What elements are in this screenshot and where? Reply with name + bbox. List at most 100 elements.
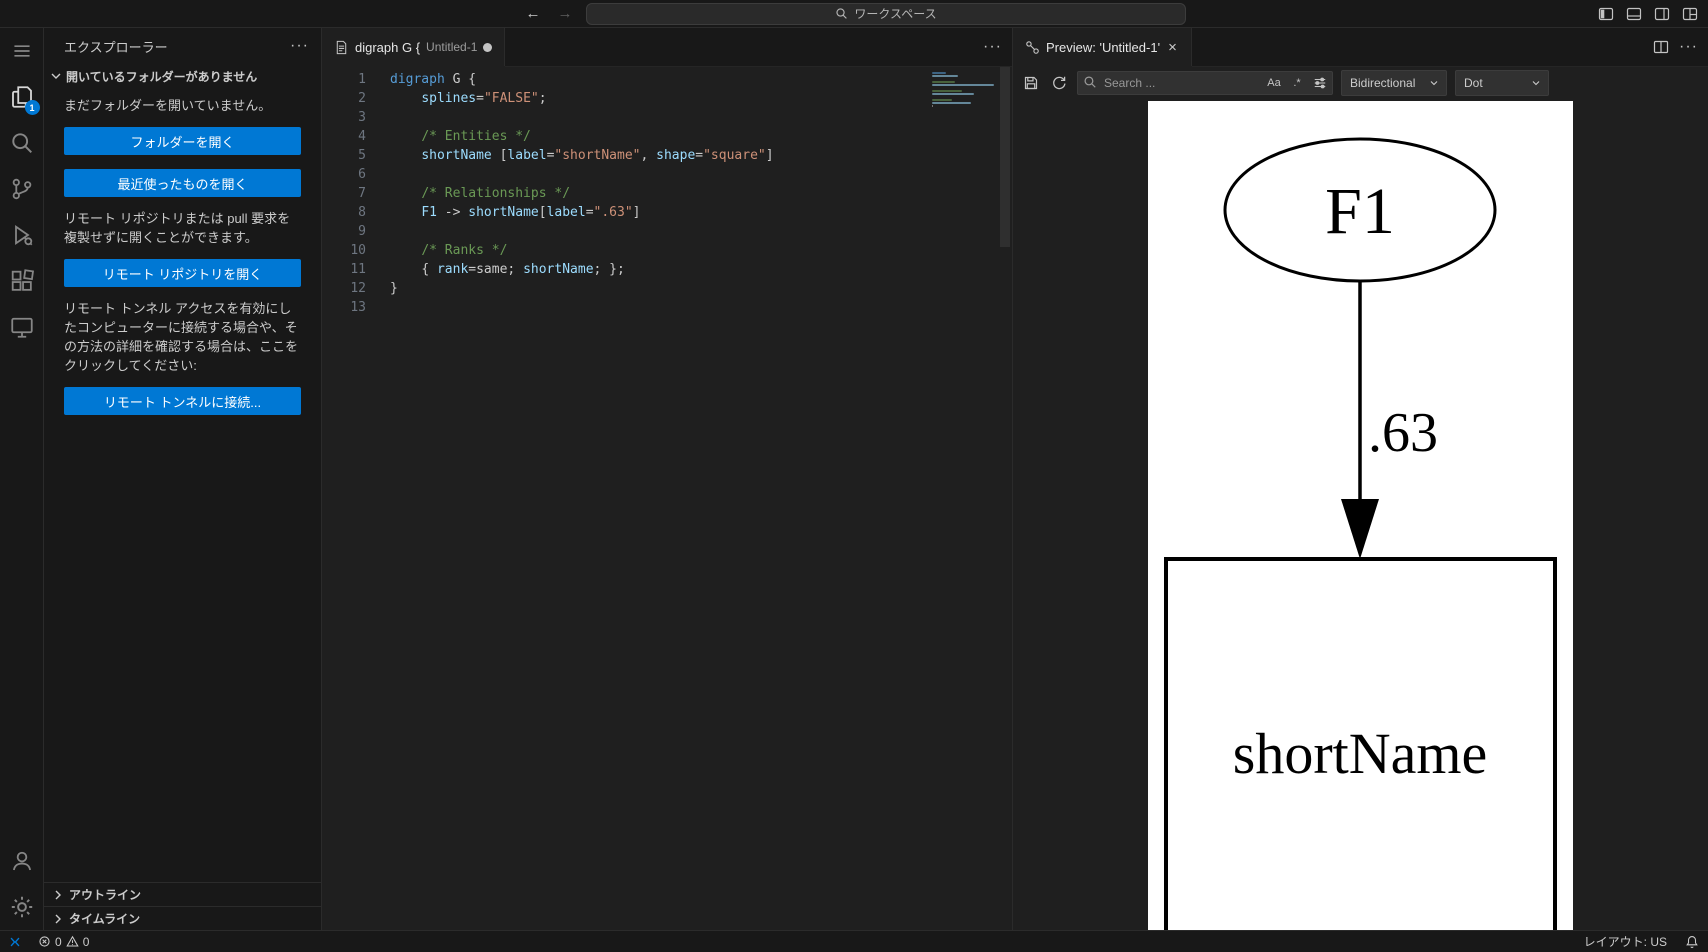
- line-number[interactable]: 9: [322, 222, 366, 241]
- code-line[interactable]: /* Entities */: [390, 127, 1012, 146]
- accounts-icon[interactable]: [0, 838, 44, 884]
- refresh-icon[interactable]: [1049, 73, 1069, 93]
- toggle-panel-icon[interactable]: [1626, 6, 1642, 22]
- preview-more-actions-icon[interactable]: ···: [1679, 38, 1698, 56]
- title-bar-center: ← → ワークスペース: [522, 2, 1186, 25]
- editor-group: digraph G { Untitled-1 ··· 1 2 3 4 5 6 7 8 9 10 11…: [322, 28, 1013, 930]
- code-line[interactable]: shortName [label="shortName", shape="squ…: [390, 146, 1012, 165]
- vscode-window: ← → ワークスペース 1 エクスプローラー ··· 開いているフォルダーがあり…: [0, 0, 1708, 952]
- code-line[interactable]: digraph G {: [390, 70, 1012, 89]
- match-case-button[interactable]: Aa: [1265, 74, 1283, 92]
- line-number[interactable]: 8: [322, 203, 366, 222]
- close-icon[interactable]: ×: [1166, 38, 1179, 57]
- toggle-primary-sidebar-icon[interactable]: [1598, 6, 1614, 22]
- status-bar: 0 0 レイアウト: US: [0, 930, 1708, 952]
- sidebar-item-search[interactable]: [0, 120, 44, 166]
- minimap[interactable]: [932, 72, 996, 110]
- direction-select-value: Bidirectional: [1350, 75, 1416, 90]
- line-number[interactable]: 5: [322, 146, 366, 165]
- line-number[interactable]: 1: [322, 70, 366, 89]
- code-line[interactable]: { rank=same; shortName; };: [390, 260, 1012, 279]
- save-icon[interactable]: [1021, 73, 1041, 93]
- open-recent-button[interactable]: 最近使ったものを開く: [64, 169, 301, 197]
- sidebar-item-run-debug[interactable]: [0, 212, 44, 258]
- minimap-line: [932, 105, 934, 107]
- run-debug-icon: [14, 225, 32, 246]
- graph-arrowhead: [1341, 499, 1379, 559]
- menu-icon[interactable]: [0, 28, 44, 74]
- gutter: 1 2 3 4 5 6 7 8 9 10 11 12 13: [322, 67, 390, 930]
- settings-gear-icon[interactable]: [0, 884, 44, 930]
- sidebar-item-explorer[interactable]: 1: [0, 74, 44, 120]
- split-editor-icon[interactable]: [1653, 39, 1669, 55]
- outline-section[interactable]: アウトライン: [44, 882, 321, 906]
- engine-select[interactable]: Dot: [1455, 69, 1549, 96]
- line-number[interactable]: 13: [322, 298, 366, 317]
- code-line[interactable]: F1 -> shortName[label=".63"]: [390, 203, 1012, 222]
- layout-indicator-label: レイアウト: US: [1583, 935, 1667, 949]
- graph-node-shortname-label: shortName: [1233, 721, 1488, 786]
- tunnel-text: リモート トンネル アクセスを有効にしたコンピューターに接続する場合や、その方法…: [64, 301, 299, 373]
- warning-count: 0: [82, 934, 90, 949]
- code-line[interactable]: [390, 298, 1012, 317]
- customize-layout-icon[interactable]: [1682, 6, 1698, 22]
- connect-tunnel-button[interactable]: リモート トンネルに接続...: [64, 387, 301, 415]
- chevron-down-icon: [1532, 80, 1540, 85]
- open-remote-repo-button[interactable]: リモート リポジトリを開く: [64, 259, 301, 287]
- code-line[interactable]: splines="FALSE";: [390, 89, 1012, 108]
- minimap-line: [932, 81, 956, 83]
- line-number[interactable]: 12: [322, 279, 366, 298]
- code-line[interactable]: /* Ranks */: [390, 241, 1012, 260]
- sidebar-item-source-control[interactable]: [0, 166, 44, 212]
- sidebar-item-remote-explorer[interactable]: [0, 304, 44, 350]
- tab-untitled-1[interactable]: digraph G { Untitled-1: [322, 28, 506, 66]
- code-line[interactable]: [390, 222, 1012, 241]
- scrollbar-thumb[interactable]: [1000, 67, 1010, 247]
- line-number[interactable]: 6: [322, 165, 366, 184]
- preview-search: Aa .*: [1077, 70, 1333, 95]
- code-editor[interactable]: 1 2 3 4 5 6 7 8 9 10 11 12 13 digraph G { splines="F…: [322, 67, 1012, 930]
- search-icon: [1084, 75, 1096, 88]
- code-line[interactable]: }: [390, 279, 1012, 298]
- line-number[interactable]: 4: [322, 127, 366, 146]
- regex-button[interactable]: .*: [1288, 74, 1306, 92]
- git-branch-icon: [12, 178, 31, 200]
- tab-preview-untitled-1[interactable]: Preview: 'Untitled-1' ×: [1013, 28, 1192, 66]
- line-number[interactable]: 2: [322, 89, 366, 108]
- chevron-right-icon: [55, 914, 61, 923]
- editor-more-actions-icon[interactable]: ···: [983, 38, 1002, 56]
- notifications-bell-icon[interactable]: [1676, 931, 1708, 952]
- graph-canvas[interactable]: F1 .63 shortName: [1148, 101, 1573, 930]
- timeline-section[interactable]: タイムライン: [44, 906, 321, 930]
- preview-tab-bar: Preview: 'Untitled-1' × ···: [1013, 28, 1708, 67]
- forward-icon[interactable]: →: [554, 3, 576, 25]
- back-icon[interactable]: ←: [522, 3, 544, 25]
- layout-indicator[interactable]: レイアウト: US: [1575, 931, 1676, 952]
- sidebar-more-actions-icon[interactable]: ···: [290, 37, 309, 55]
- search-filter-icon[interactable]: [1311, 74, 1329, 92]
- sidebar-item-extensions[interactable]: [0, 258, 44, 304]
- code-line[interactable]: [390, 108, 1012, 127]
- workspace-search[interactable]: ワークスペース: [586, 2, 1186, 25]
- code-line[interactable]: [390, 165, 1012, 184]
- open-folder-button[interactable]: フォルダーを開く: [64, 127, 301, 155]
- line-number[interactable]: 10: [322, 241, 366, 260]
- explorer-badge: 1: [24, 100, 40, 115]
- line-number[interactable]: 3: [322, 108, 366, 127]
- layout-controls: [1598, 0, 1698, 28]
- no-folder-text: まだフォルダーを開いていません。: [64, 98, 272, 113]
- minimap-line: [932, 102, 971, 104]
- line-number[interactable]: 11: [322, 260, 366, 279]
- remote-indicator-icon[interactable]: [0, 931, 30, 952]
- problems-indicator[interactable]: 0 0: [30, 931, 97, 952]
- code-lines[interactable]: digraph G { splines="FALSE"; /* Entities…: [390, 67, 1012, 930]
- code-line[interactable]: /* Relationships */: [390, 184, 1012, 203]
- chevron-right-icon: [55, 890, 61, 899]
- chevron-down-icon: [51, 73, 61, 79]
- modified-dot-icon[interactable]: [483, 42, 493, 52]
- editor-scrollbar[interactable]: [998, 67, 1012, 930]
- sidebar-section-header[interactable]: 開いているフォルダーがありません: [44, 64, 321, 88]
- line-number[interactable]: 7: [322, 184, 366, 203]
- direction-select[interactable]: Bidirectional: [1341, 69, 1447, 96]
- toggle-secondary-sidebar-icon[interactable]: [1654, 6, 1670, 22]
